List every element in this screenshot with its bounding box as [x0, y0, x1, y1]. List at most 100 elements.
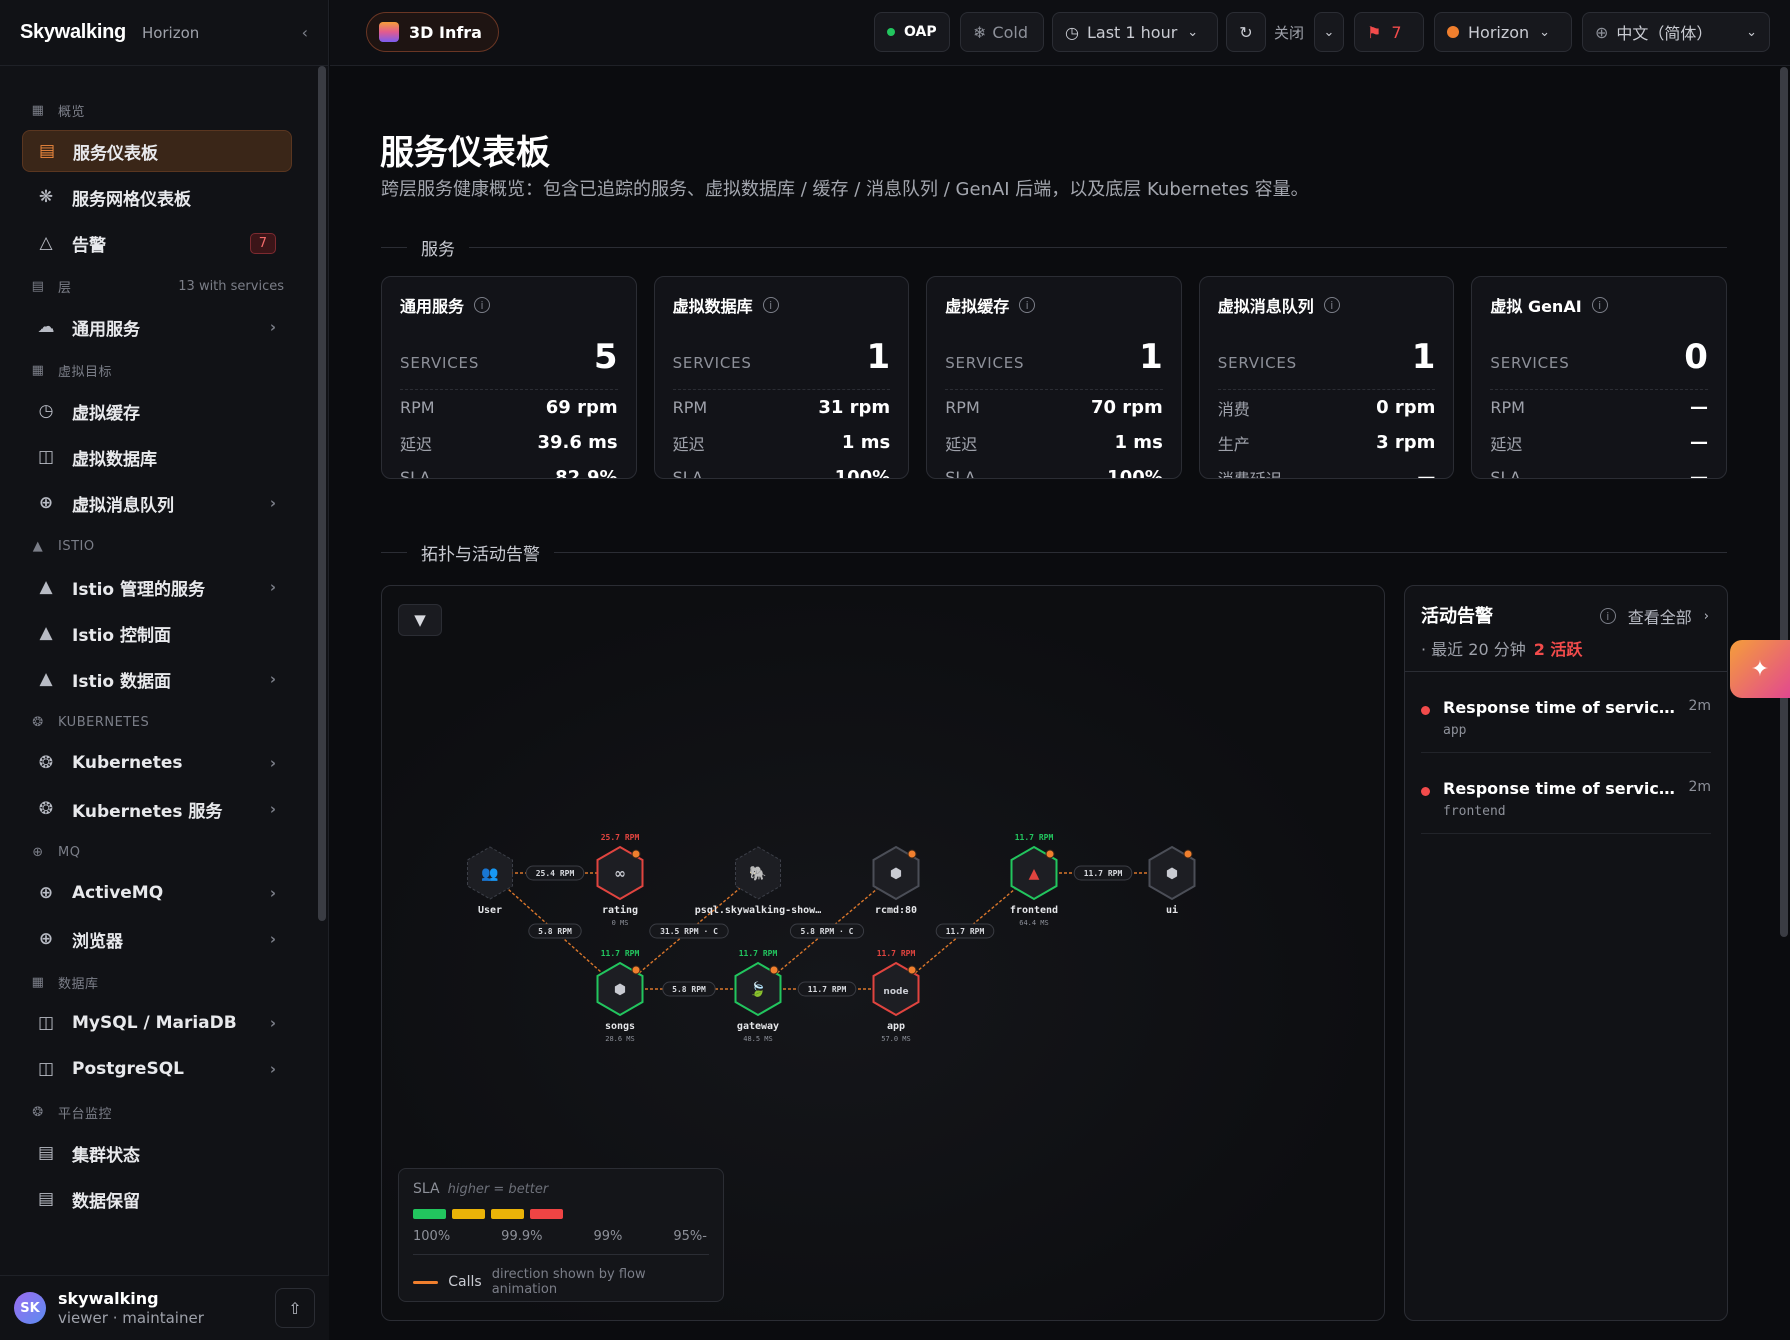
- sidebar-item-general-service[interactable]: ☁ 通用服务 ›: [22, 306, 292, 348]
- main-scrollbar[interactable]: [1778, 67, 1788, 937]
- metric-label: RPM: [1490, 398, 1525, 417]
- sidebar-item-label: Kubernetes: [72, 753, 183, 773]
- alarm-count-badge: 7: [249, 232, 276, 254]
- sidebar-section-database: ▦ 数据库: [0, 970, 314, 994]
- sidebar-scrollbar[interactable]: [316, 66, 326, 921]
- card-virtual-genai[interactable]: 虚拟 GenAI i SERVICES 0 RPM — 延迟 — SLA —: [1471, 276, 1727, 479]
- alert-item[interactable]: Response time of service agent-js::front…: [1421, 753, 1711, 834]
- metric-label: RPM: [400, 398, 435, 417]
- section-label: 概览: [58, 104, 86, 120]
- warning-icon: △: [39, 233, 53, 253]
- sidebar-item-label: 通用服务: [72, 319, 140, 340]
- chevron-left-icon[interactable]: ‹: [302, 23, 308, 42]
- ai-assistant-button[interactable]: ✦: [1730, 640, 1790, 698]
- sidebar-item-activemq[interactable]: ⊕ ActiveMQ ›: [22, 872, 292, 914]
- info-icon[interactable]: i: [474, 297, 491, 313]
- info-icon[interactable]: i: [762, 297, 779, 313]
- sidebar-item-postgresql[interactable]: ◫ PostgreSQL ›: [22, 1048, 292, 1090]
- info-icon[interactable]: i: [1019, 297, 1036, 313]
- alert-service: frontend: [1443, 804, 1506, 819]
- metric-value: —: [1689, 397, 1708, 418]
- sidebar-item-browser[interactable]: ⊕ 浏览器 ›: [22, 918, 292, 960]
- view-all-link[interactable]: 查看全部: [1628, 604, 1692, 628]
- metric-label: 延迟: [945, 434, 978, 454]
- refresh-button[interactable]: ↻: [1226, 12, 1266, 52]
- sidebar-item-label: 虚拟缓存: [72, 403, 140, 424]
- sidebar-item-istio-control-plane[interactable]: ▲ Istio 控制面: [22, 612, 292, 654]
- cold-toggle[interactable]: ❄ Cold: [960, 12, 1044, 52]
- layer-select[interactable]: Horizon ⌄: [1434, 12, 1572, 52]
- sidebar-section-platform: ❂ 平台监控: [0, 1100, 314, 1124]
- sidebar-item-virtual-database[interactable]: ◫ 虚拟数据库: [22, 436, 292, 478]
- node-icon: ⬢: [890, 866, 902, 882]
- sidebar-item-virtual-mq[interactable]: ⊕ 虚拟消息队列 ›: [22, 482, 292, 524]
- auto-refresh-dropdown[interactable]: ⌄: [1314, 12, 1344, 52]
- metric-row: 消费 0 rpm: [1218, 390, 1436, 425]
- language-select[interactable]: ⊕ 中文（简体） ⌄: [1582, 12, 1770, 52]
- oap-label: OAP: [904, 24, 937, 40]
- metric-label: RPM: [672, 398, 708, 417]
- sidebar-item-alarms[interactable]: △ 告警 7: [22, 222, 292, 264]
- card-virtual-mq[interactable]: 虚拟消息队列 i SERVICES 1 消费 0 rpm 生产 3 rpm 消费延迟 —: [1198, 276, 1455, 479]
- sidebar-item-istio-managed[interactable]: ▲ Istio 管理的服务 ›: [22, 566, 292, 608]
- 3d-infra-button[interactable]: 3D Infra: [366, 12, 499, 52]
- metric-value: —: [1689, 467, 1708, 479]
- topology-panel[interactable]: 25.4 RPM 5.8 RPM 31.5 RPM · C 5.8 RPM 5.8 RP…: [381, 585, 1385, 1321]
- legend-divider: [413, 1254, 709, 1255]
- card-general-service[interactable]: 通用服务 i SERVICES 5 RPM 69 rpm 延迟 39.6 ms SLA 8…: [381, 276, 637, 479]
- sidebar-item-mysql[interactable]: ◫ MySQL / MariaDB ›: [22, 1002, 292, 1044]
- main-content: 服务仪表板 跨层服务健康概览：包含已追踪的服务、虚拟数据库 / 缓存 / 消息队…: [330, 67, 1776, 1340]
- alert-item[interactable]: Response time of service agent-go::app i…: [1421, 672, 1711, 753]
- helm-icon: ❂: [38, 799, 54, 819]
- node-rpm: 25.7 RPM: [601, 833, 640, 842]
- sidebar-item-kubernetes-service[interactable]: ❂ Kubernetes 服务 ›: [22, 788, 292, 830]
- sidebar-item-cluster-status[interactable]: ▤ 集群状态: [22, 1132, 292, 1174]
- node-alert-dot: [1045, 849, 1055, 859]
- sidebar-item-data-retention[interactable]: ▤ 数据保留: [22, 1178, 292, 1220]
- database-icon: ◫: [37, 1013, 55, 1033]
- chevron-down-icon: ⌄: [1187, 24, 1199, 40]
- globe-icon: ⊕: [1595, 22, 1609, 42]
- time-range-select[interactable]: ◷ Last 1 hour ⌄: [1052, 12, 1218, 52]
- sidebar-item-label: Istio 控制面: [72, 625, 171, 646]
- scrollbar-thumb[interactable]: [318, 66, 326, 921]
- cold-label: Cold: [992, 22, 1028, 42]
- metric-row: SLA 82.9%: [400, 460, 618, 479]
- brand-logo[interactable]: Skywalking: [20, 21, 126, 44]
- oap-status[interactable]: OAP: [874, 12, 950, 52]
- sidebar-item-istio-data-plane[interactable]: ▲ Istio 数据面 ›: [22, 658, 292, 700]
- sidebar-item-label: ActiveMQ: [72, 883, 164, 903]
- metric-value: 82.9%: [555, 467, 618, 479]
- filter-button[interactable]: ▼: [398, 604, 442, 636]
- section-title: 拓扑与活动告警: [421, 544, 540, 565]
- time-range-label: Last 1 hour: [1086, 22, 1178, 42]
- page-title: 服务仪表板: [380, 133, 550, 173]
- info-icon[interactable]: i: [1599, 608, 1616, 624]
- node-latency: 57.0 MS: [881, 1035, 911, 1043]
- metric-label: 消费延迟: [1217, 469, 1282, 479]
- database-icon: ◫: [37, 1059, 55, 1079]
- card-virtual-cache[interactable]: 虚拟缓存 i SERVICES 1 RPM 70 rpm 延迟 1 ms SLA 100%: [926, 276, 1182, 479]
- metric-value: 69 rpm: [545, 397, 618, 418]
- legend-title: SLA higher = better: [413, 1181, 709, 1197]
- services-count: 1: [1411, 337, 1436, 377]
- share-icon[interactable]: ⇧: [275, 1288, 315, 1328]
- info-icon[interactable]: i: [1323, 297, 1340, 313]
- sidebar-item-service-dashboard[interactable]: ▤ 服务仪表板: [22, 130, 292, 172]
- database-icon: ◫: [37, 447, 55, 467]
- sidebar-item-mesh-dashboard[interactable]: ❋ 服务网格仪表板: [22, 176, 292, 218]
- alerts-button[interactable]: ⚑ 7: [1354, 12, 1424, 52]
- page-description: 跨层服务健康概览：包含已追踪的服务、虚拟数据库 / 缓存 / 消息队列 / Ge…: [381, 179, 1309, 200]
- sidebar-item-virtual-cache[interactable]: ◷ 虚拟缓存: [22, 390, 292, 432]
- legend-tick: 99%: [593, 1229, 623, 1244]
- metric-value: 3 rpm: [1376, 432, 1436, 453]
- avatar[interactable]: SK: [14, 1292, 46, 1324]
- sidebar-item-kubernetes[interactable]: ❂ Kubernetes ›: [22, 742, 292, 784]
- info-icon[interactable]: i: [1591, 297, 1608, 313]
- edge-label: 5.8 RPM: [672, 985, 706, 994]
- card-virtual-database[interactable]: 虚拟数据库 i SERVICES 1 RPM 31 rpm 延迟 1 ms SLA 100…: [653, 276, 910, 479]
- legend-swatch: [452, 1209, 485, 1219]
- alert-time: 2m: [1688, 779, 1711, 795]
- scrollbar-thumb[interactable]: [1780, 67, 1788, 937]
- brand-bar: Skywalking Horizon ‹: [0, 0, 328, 66]
